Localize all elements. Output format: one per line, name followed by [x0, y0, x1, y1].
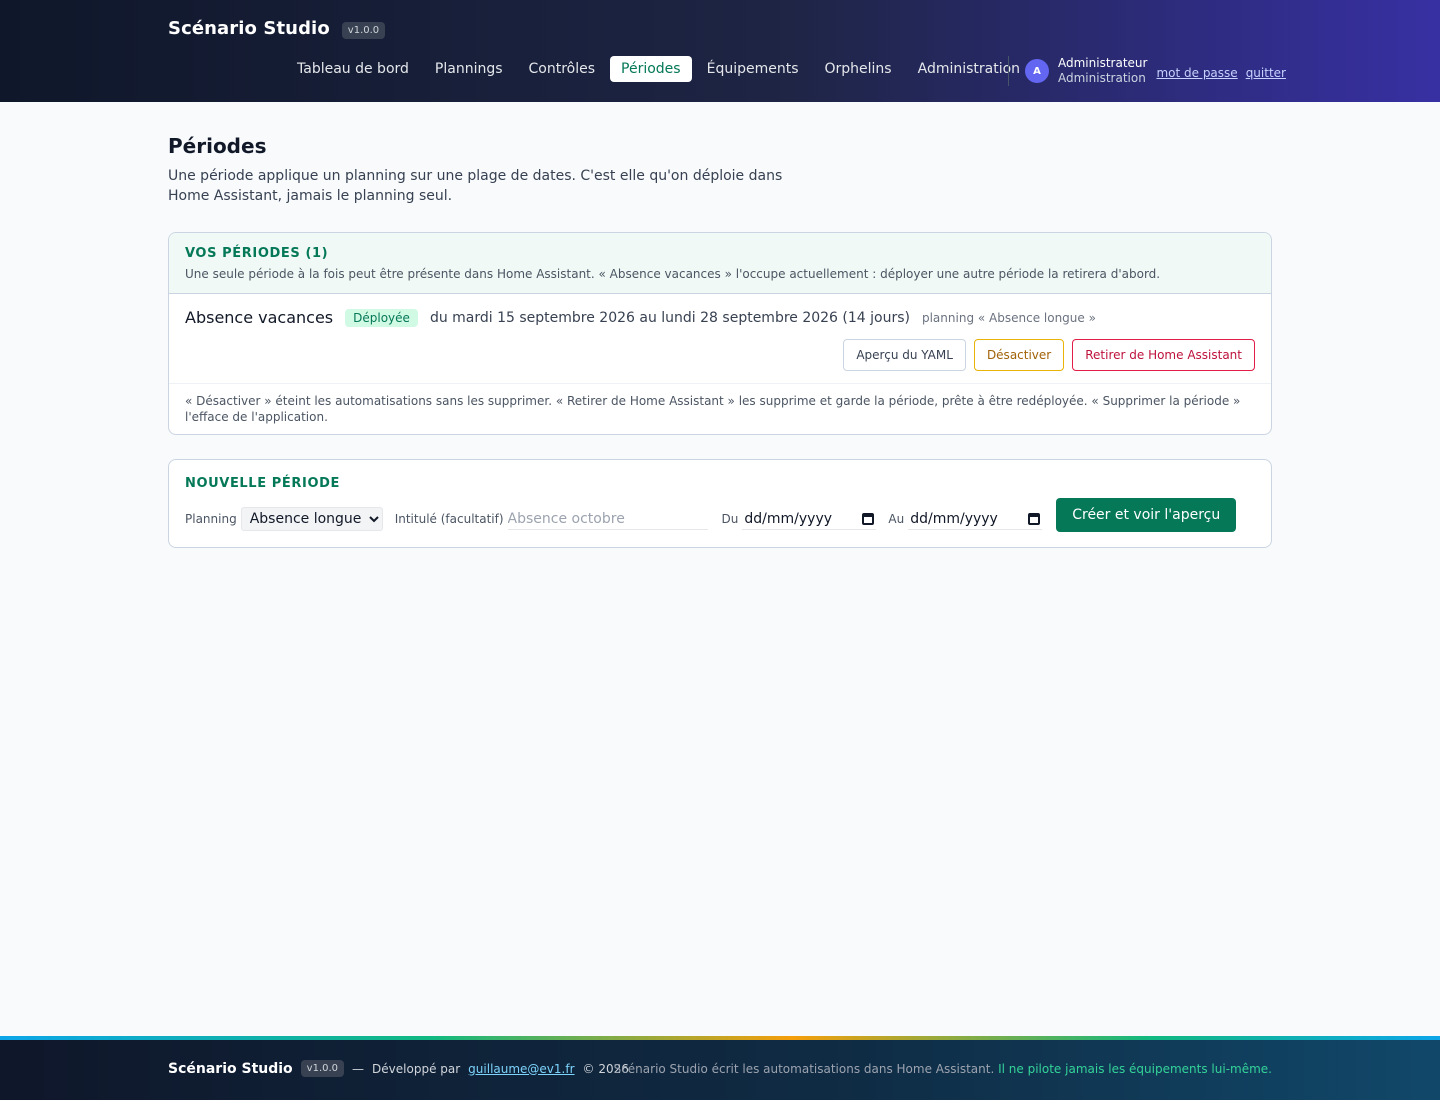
from-date-label: Du: [721, 512, 739, 526]
footer-brand: Scénario Studio: [168, 1060, 293, 1077]
periods-card-footnote: « Désactiver » éteint les automatisation…: [185, 394, 1241, 424]
to-date-label: Au: [888, 512, 905, 526]
footer-note-highlight: Il ne pilote jamais les équipements lui-…: [998, 1062, 1272, 1076]
nav-item-administration[interactable]: Administration: [907, 56, 1031, 82]
periods-card-title: Vos périodes (1): [185, 246, 329, 261]
footer-stripe: [0, 1036, 1440, 1040]
create-preview-button[interactable]: Créer et voir l'aperçu: [1056, 498, 1237, 532]
nav-item-periodes[interactable]: Périodes: [610, 56, 692, 82]
new-period-card: Nouvelle période Planning Absence longue…: [168, 459, 1272, 548]
nav-item-orphelins[interactable]: Orphelins: [814, 56, 903, 82]
footer-note-text: Scénario Studio écrit les automatisation…: [613, 1062, 995, 1076]
developer-email-link[interactable]: guillaume@ev1.fr: [468, 1062, 574, 1076]
status-badge: Déployée: [345, 308, 418, 327]
to-date-value: dd/mm/yyyy: [910, 510, 998, 527]
periods-card: Vos périodes (1) Une seule période à la …: [168, 232, 1272, 435]
from-date-value: dd/mm/yyyy: [744, 510, 833, 527]
version-badge: v1.0.0: [341, 21, 386, 39]
user-links: mot de passe quitter: [1156, 66, 1286, 80]
logout-link[interactable]: quitter: [1246, 66, 1286, 80]
list-item: Absence vacances Déployée du mardi 15 se…: [169, 294, 1271, 384]
period-summary: Absence vacances Déployée du mardi 15 se…: [185, 308, 1255, 327]
footer: Scénario Studio v1.0.0 — Développé par g…: [0, 1036, 1440, 1100]
user-info: Administrateur Administration: [1058, 56, 1147, 86]
title-input[interactable]: [507, 508, 708, 530]
period-planning: planning « Absence longue »: [921, 310, 1096, 325]
new-period-form: Planning Absence longue Intitulé (facult…: [185, 498, 1255, 532]
page-title: Périodes: [168, 134, 267, 158]
periods-card-header: Vos périodes (1) Une seule période à la …: [169, 233, 1271, 294]
footer-credits: Scénario Studio v1.0.0 — Développé par g…: [168, 1060, 629, 1077]
main-content: Périodes Une période applique un plannin…: [168, 134, 1272, 548]
footer-version-badge: v1.0.0: [300, 1060, 345, 1077]
new-period-title: Nouvelle période: [185, 476, 340, 491]
nav-item-plannings[interactable]: Plannings: [424, 56, 514, 82]
nav-divider: [1008, 56, 1009, 86]
period-dates: du mardi 15 septembre 2026 au lundi 28 s…: [429, 309, 910, 326]
page-description: Une période applique un planning sur une…: [168, 168, 783, 204]
planning-select[interactable]: Absence longue: [240, 507, 383, 531]
deactivate-button[interactable]: Désactiver: [973, 339, 1065, 371]
calendar-icon[interactable]: [1028, 512, 1041, 525]
to-date-input[interactable]: dd/mm/yyyy: [908, 509, 1043, 530]
footer-dash: —: [352, 1061, 365, 1076]
title-label: Intitulé (facultatif): [394, 512, 504, 526]
brand: Scénario Studio v1.0.0: [168, 18, 386, 39]
avatar: A: [1025, 59, 1049, 83]
nav-item-tableau-de-bord[interactable]: Tableau de bord: [286, 56, 420, 82]
user-menu: A Administrateur Administration mot de p…: [1025, 56, 1286, 86]
user-name: Administrateur: [1058, 56, 1148, 70]
planning-label: Planning: [185, 512, 237, 526]
footer-dev-prefix: Développé par: [372, 1061, 461, 1076]
period-actions: Aperçu du YAML Désactiver Retirer de Hom…: [185, 339, 1255, 371]
app-name[interactable]: Scénario Studio: [168, 18, 330, 39]
password-link[interactable]: mot de passe: [1156, 66, 1237, 80]
periods-card-subtitle: Une seule période à la fois peut être pr…: [185, 267, 1161, 281]
nav-item-controles[interactable]: Contrôles: [518, 56, 607, 82]
main-nav: Tableau de bord Plannings Contrôles Péri…: [286, 56, 1031, 82]
nav-item-equipements[interactable]: Équipements: [696, 56, 810, 82]
yaml-preview-button[interactable]: Aperçu du YAML: [843, 339, 966, 371]
calendar-icon[interactable]: [862, 512, 875, 525]
remove-from-ha-button[interactable]: Retirer de Home Assistant: [1072, 339, 1255, 371]
period-name: Absence vacances: [185, 308, 334, 327]
footer-note: Scénario Studio écrit les automatisation…: [614, 1062, 1272, 1076]
user-role: Administration: [1058, 71, 1146, 85]
top-bar: Scénario Studio v1.0.0 Tableau de bord P…: [0, 0, 1440, 102]
from-date-input[interactable]: dd/mm/yyyy: [742, 509, 877, 530]
